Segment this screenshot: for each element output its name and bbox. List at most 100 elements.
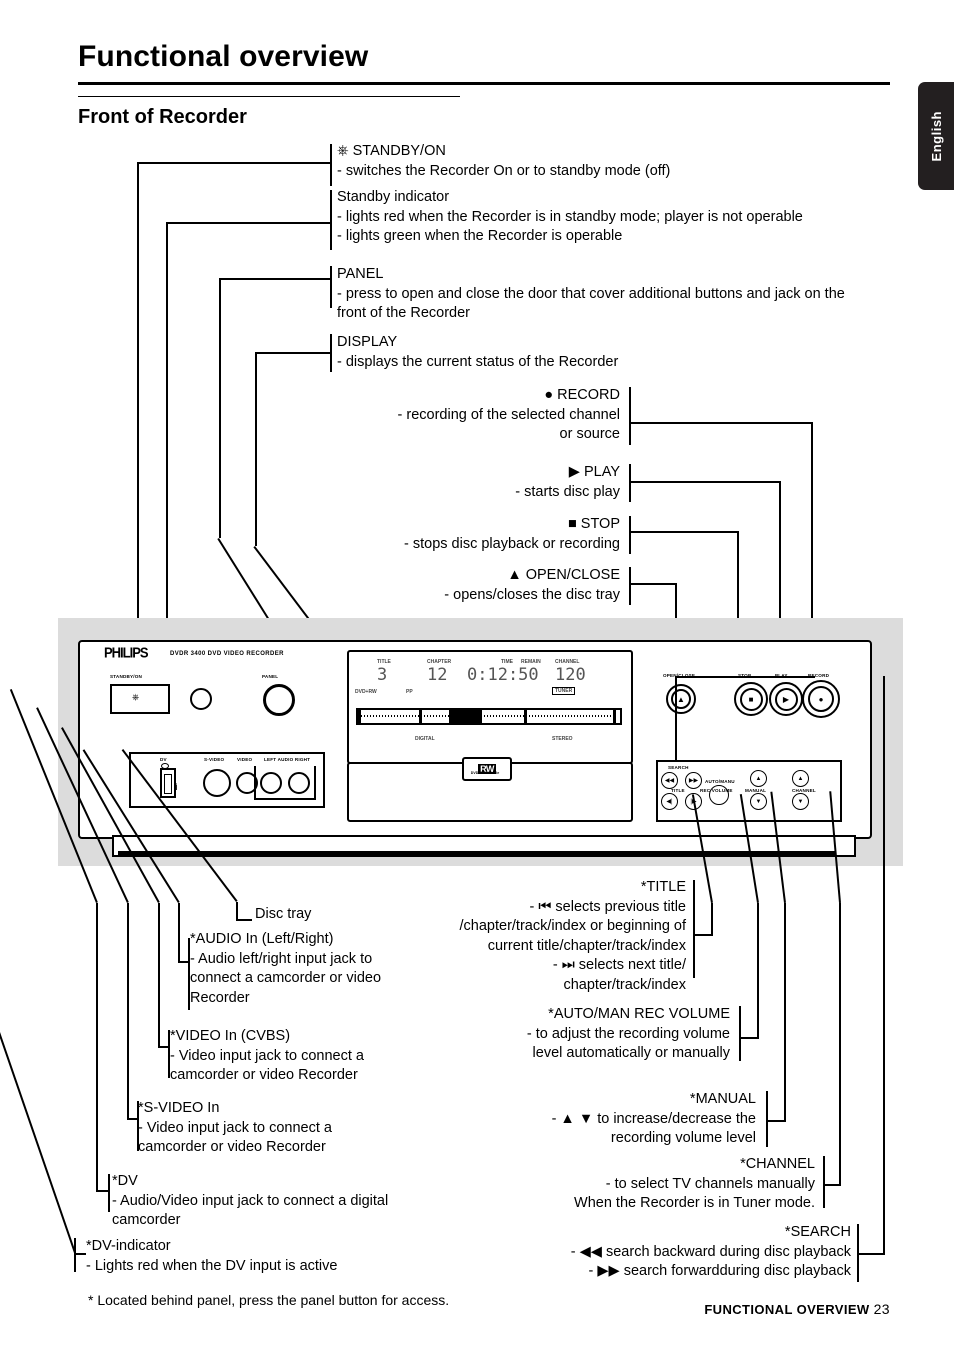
callout-dv: *DV - Audio/Video input jack to connect …	[112, 1172, 452, 1231]
leader-v-svideo-a	[127, 903, 129, 1119]
search-backward-button[interactable]: ◀◀	[661, 772, 678, 789]
language-tab: English	[918, 82, 954, 190]
callout-play: ▶ PLAY - starts disc play	[330, 463, 620, 502]
vfd-mode-left: DVD+RW	[355, 689, 377, 695]
record-dot-icon: ●	[544, 387, 554, 403]
dvd-rw-sublabel: DVD+ReWritable	[470, 771, 500, 775]
leader-h-openclose	[629, 583, 677, 585]
callout-line: /chapter/track/index or beginning of	[459, 918, 687, 934]
vfd-bar-tick-start	[358, 710, 361, 723]
previous-title-button[interactable]: ◀|	[661, 793, 678, 810]
callout-heading: *TITLE	[640, 879, 686, 895]
vfd-channel-value: 120	[555, 665, 586, 685]
title-rule	[78, 82, 890, 85]
leader-tick-play	[629, 464, 631, 502]
callout-line: level automatically or manually	[532, 1045, 730, 1061]
channel-down-button[interactable]: ▼	[792, 793, 809, 810]
callout-line: - switches the Recorder On or to standby…	[337, 162, 671, 179]
open-close-button[interactable]: ▲	[666, 684, 696, 714]
callout-line: camcorder or video Recorder	[170, 1067, 358, 1083]
callout-line: - ⏮ selects previous title	[529, 898, 687, 915]
panel-label: PANEL	[262, 674, 279, 679]
stop-button[interactable]: ■	[734, 682, 768, 716]
callout-line: - lights green when the Recorder is oper…	[337, 228, 623, 244]
vfd-bar-tick-end	[613, 710, 616, 723]
leader-v-audio-a	[178, 903, 180, 963]
philips-logo: PHILIPS	[104, 643, 149, 662]
leader-v-standby	[137, 162, 139, 620]
callout-heading: ⎈ STANDBY/ON	[337, 143, 446, 159]
title-label: TITLE	[671, 788, 685, 793]
callout-line: - Video input jack to connect a	[138, 1119, 332, 1136]
vfd-tuner-badge: TUNER	[552, 687, 576, 695]
callout-panel: PANEL - press to open and close the door…	[337, 265, 897, 324]
leader-v-channel	[839, 903, 841, 1186]
language-tab-label: English	[928, 110, 944, 162]
leader-h-indicator	[166, 222, 331, 224]
callout-heading: ▲ OPEN/CLOSE	[507, 567, 620, 583]
callout-heading: DISPLAY	[337, 334, 398, 350]
standby-button[interactable]	[110, 684, 170, 714]
leader-v-panel	[219, 278, 221, 538]
channel-up-button[interactable]: ▲	[792, 770, 809, 787]
dv-input-jack[interactable]	[160, 768, 176, 798]
search-forward-button[interactable]: ▶▶	[685, 772, 702, 789]
manual-up-button[interactable]: ▲	[750, 770, 767, 787]
page-number: 23	[873, 1301, 890, 1317]
callout-line: - ◀◀ search backward during disc playbac…	[570, 1243, 851, 1260]
callout-heading: *DV-indicator	[86, 1238, 171, 1254]
s-video-input-jack[interactable]	[203, 769, 231, 797]
callout-heading: *DV	[112, 1173, 138, 1189]
leader-tick-title	[693, 880, 695, 978]
vfd-progress-bar	[356, 708, 622, 725]
audio-label: LEFT AUDIO RIGHT	[264, 757, 311, 762]
record-button[interactable]: ●	[802, 680, 840, 718]
manual-page: Functional overview Front of Recorder En…	[0, 0, 954, 1351]
leader-h-disctray	[236, 919, 252, 921]
callout-open-close: ▲ OPEN/CLOSE - opens/closes the disc tra…	[330, 566, 620, 605]
callout-line: - starts disc play	[515, 483, 620, 500]
leader-tick-manual	[766, 1091, 768, 1147]
callout-line: - Audio/Video input jack to connect a di…	[112, 1192, 389, 1209]
callout-heading: ● RECORD	[544, 387, 620, 403]
video-label: VIDEO	[237, 757, 253, 762]
leader-tick-indicator	[330, 190, 332, 250]
panel-button[interactable]	[263, 684, 295, 716]
leader-h-manual	[766, 1120, 786, 1122]
auto-manual-label: AUTO/MANU	[705, 779, 735, 784]
rec-volume-knob[interactable]	[709, 785, 729, 805]
search-label: SEARCH	[668, 765, 689, 770]
callout-heading: *AUTO/MAN REC VOLUME	[548, 1006, 730, 1022]
footer: FUNCTIONAL OVERVIEW 23	[704, 1301, 890, 1317]
callout-auto-man-rec-volume: *AUTO/MAN REC VOLUME - to adjust the rec…	[455, 1005, 730, 1064]
leader-v-dv-a	[96, 903, 98, 1191]
callout-heading: Standby indicator	[337, 189, 450, 205]
power-icon: ⎈	[337, 143, 349, 159]
leader-v-automan	[757, 903, 759, 1039]
model-label: DVDR 3400 DVD VIDEO RECORDER	[170, 651, 284, 657]
standby-indicator-led	[190, 688, 212, 710]
stop-square-icon: ■	[739, 687, 763, 711]
vfd-title-value: 3	[377, 665, 388, 685]
leader-h-dvind	[74, 1253, 86, 1255]
leader-tick-record	[629, 387, 631, 445]
info-icon: i	[175, 782, 178, 792]
audio-jack-brace	[254, 766, 316, 800]
callout-line: camcorder or video Recorder	[138, 1139, 326, 1155]
section-rule	[78, 96, 460, 97]
callout-line: - to select TV channels manually	[605, 1175, 815, 1192]
dv-jack-label: DV	[160, 757, 167, 762]
s-video-label: S-VIDEO	[204, 757, 225, 762]
leader-h-display	[255, 352, 331, 354]
callout-display: DISPLAY - displays the current status of…	[337, 333, 897, 372]
callout-heading: PANEL	[337, 266, 384, 282]
play-button[interactable]: ▶	[769, 682, 803, 716]
leader-tick-stop	[629, 516, 631, 554]
manual-down-button[interactable]: ▼	[750, 793, 767, 810]
callout-line: - ⏭ selects next title/	[552, 957, 686, 973]
leader-diag-dvind	[0, 874, 76, 1253]
callout-line: - lights red when the Recorder is in sta…	[337, 208, 803, 225]
leader-tick-openclose	[629, 567, 631, 605]
vfd-time-value: 0:12:50	[467, 665, 539, 685]
leader-v-svideo-b	[137, 1101, 139, 1151]
